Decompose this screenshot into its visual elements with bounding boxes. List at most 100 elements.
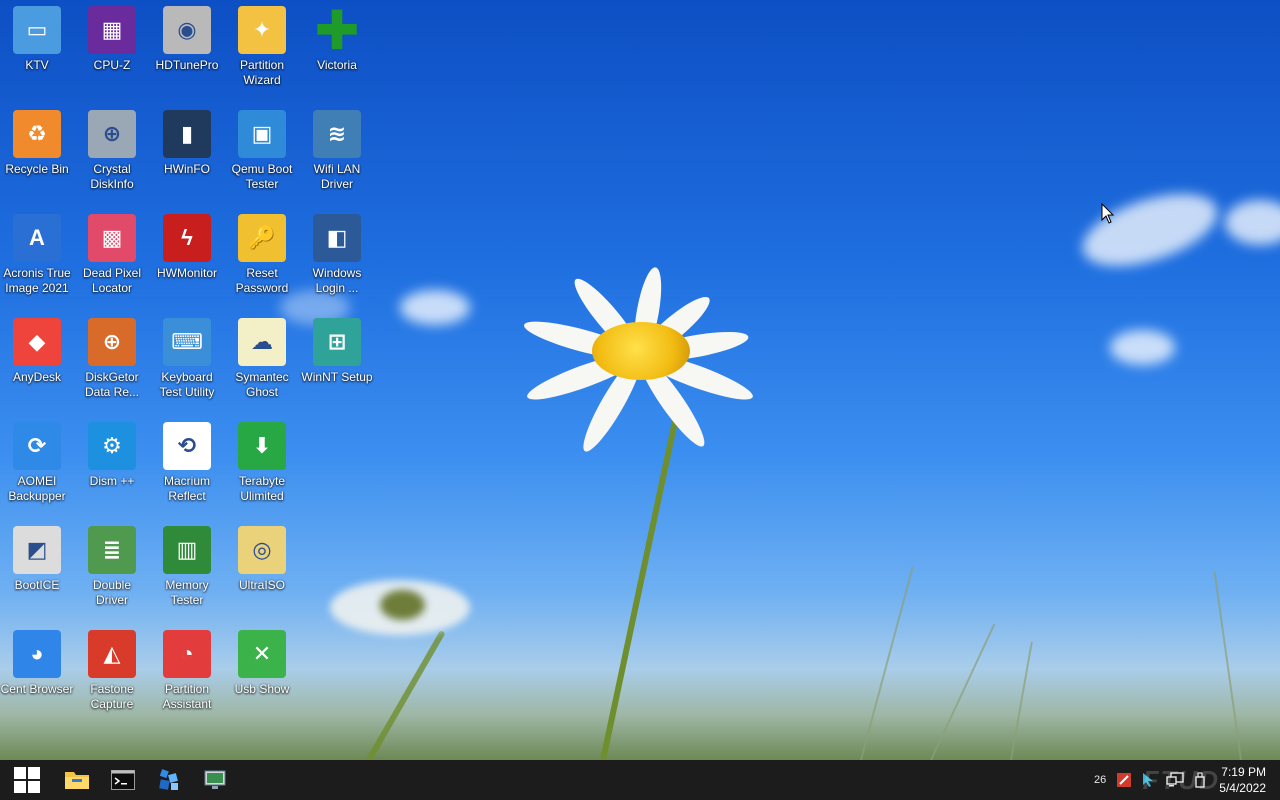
desktop-icon[interactable]: ▭ KTV (0, 6, 74, 73)
wallpaper-cloud (1110, 330, 1175, 365)
desktop-icon-label: Usb Show (234, 682, 290, 696)
fastone-capture-icon: ◭ (88, 630, 136, 678)
monitor-icon: ▭ (13, 6, 61, 54)
desktop-icon-label: Windows Login ... (312, 266, 362, 295)
desktop-icon[interactable]: ≋ Wifi LAN Driver (300, 110, 374, 192)
taskbar-blocks-app[interactable] (146, 760, 192, 800)
cpu-chip-icon: ▦ (88, 6, 136, 54)
start-button[interactable] (0, 760, 54, 800)
desktop-icon-label: Victoria (317, 58, 357, 72)
file-explorer-icon (65, 772, 89, 789)
macrium-arrows-icon: ⟲ (163, 422, 211, 470)
disk-magnifier-icon: ⊕ (88, 110, 136, 158)
desktop-icon-label: DiskGetor Data Re... (84, 370, 140, 399)
desktop-icon[interactable]: ✕ Usb Show (225, 630, 299, 697)
taskbar-command-prompt[interactable] (100, 760, 146, 800)
cd-disc-icon: ◎ (238, 526, 286, 574)
clock-date: 5/4/2022 (1219, 781, 1266, 795)
desktop-icon[interactable]: ▣ Qemu Boot Tester (225, 110, 299, 192)
desktop-icon[interactable]: ☁ Symantec Ghost (225, 318, 299, 400)
download-drive-icon: ⬇ (238, 422, 286, 470)
desktop-icon-label: KTV (25, 58, 49, 72)
taskbar-display-settings[interactable] (192, 760, 238, 800)
desktop-icon[interactable]: ≣ Double Driver (75, 526, 149, 608)
desktop-icon-label: Cent Browser (0, 682, 74, 696)
padlock-key-icon: 🔑 (238, 214, 286, 262)
desktop-icon[interactable]: ✦ Partition Wizard (225, 6, 299, 88)
desktop-icon[interactable]: ⟲ Macrium Reflect (150, 422, 224, 504)
tools-circle-icon: ✕ (238, 630, 286, 678)
desktop-icon-label: Fastone Capture (90, 682, 134, 711)
hwinfo-chart-icon: ▮ (163, 110, 211, 158)
desktop-icon[interactable]: ◎ UltraISO (225, 526, 299, 593)
desktop-icon-label: HDTunePro (155, 58, 219, 72)
desktop-icon[interactable]: ◕ Cent Browser (0, 630, 74, 697)
desktop-icon[interactable]: ◧ Windows Login ... (300, 214, 374, 296)
display-settings-icon (204, 770, 226, 789)
desktop-icon[interactable]: ✚ Victoria (300, 1, 374, 73)
desktop[interactable]: ▭ KTV ▦ CPU-Z ◉ HDTunePro ✦ Partition Wizard ✚ Vi… (0, 0, 1280, 760)
desktop-icon-label: Crystal DiskInfo (90, 162, 134, 191)
desktop-icon-label: Qemu Boot Tester (231, 162, 293, 191)
tray-temperature[interactable]: 26 (1089, 760, 1111, 800)
mouse-cursor-icon (1101, 203, 1115, 224)
desktop-icon-label: Partition Wizard (239, 58, 285, 87)
taskbar: 26 7:19 PM 5/4/2022 FTUD (0, 760, 1280, 800)
desktop-icon[interactable]: ⊕ DiskGetor Data Re... (75, 318, 149, 400)
stacked-windows-icon: ▣ (238, 110, 286, 158)
command-prompt-icon (111, 770, 135, 790)
desktop-icon-label: Dism ++ (89, 474, 135, 488)
wallpaper-cloud (1074, 179, 1226, 281)
red-app-tray-icon (1117, 773, 1132, 787)
color-monitor-icon: ▩ (88, 214, 136, 262)
gears-icon: ⚙ (88, 422, 136, 470)
desktop-icon[interactable]: ◉ HDTunePro (150, 6, 224, 73)
partition-disc-icon: ◔ (163, 630, 211, 678)
desktop-icon[interactable]: ⚙ Dism ++ (75, 422, 149, 489)
user-window-icon: ◧ (313, 214, 361, 262)
desktop-icon-label: Double Driver (92, 578, 132, 607)
desktop-icon-label: BootICE (14, 578, 60, 592)
desktop-icon[interactable]: ▥ Memory Tester (150, 526, 224, 608)
cent-browser-icon: ◕ (13, 630, 61, 678)
desktop-icon-label: Terabyte Ulimited (238, 474, 286, 503)
taskbar-file-explorer[interactable] (54, 760, 100, 800)
desktop-icon[interactable]: ϟ HWMonitor (150, 214, 224, 281)
desktop-icon-label: HWinFO (164, 162, 210, 176)
desktop-icon[interactable]: ⟳ AOMEI Backupper (0, 422, 74, 504)
desktop-icon-label: Wifi LAN Driver (313, 162, 361, 191)
keyboard-icon: ⌨ (163, 318, 211, 366)
desktop-icon[interactable]: ⌨ Keyboard Test Utility (150, 318, 224, 400)
desktop-icon-label: Macrium Reflect (163, 474, 210, 503)
desktop-icon-label: Acronis True Image 2021 (3, 266, 71, 295)
desktop-icon-label: UltraISO (238, 578, 285, 592)
desktop-icon[interactable]: A Acronis True Image 2021 (0, 214, 74, 296)
anydesk-diamond-icon: ◆ (13, 318, 61, 366)
desktop-icon[interactable]: ▦ CPU-Z (75, 6, 149, 73)
tray-red-app[interactable] (1111, 760, 1137, 800)
desktop-icon[interactable]: ⊕ Crystal DiskInfo (75, 110, 149, 192)
desktop-icon[interactable]: ▩ Dead Pixel Locator (75, 214, 149, 296)
desktop-icon[interactable]: ◆ AnyDesk (0, 318, 74, 385)
clock-time: 7:19 PM (1221, 765, 1266, 779)
desktop-icon[interactable]: ⬇ Terabyte Ulimited (225, 422, 299, 504)
blurred-daisy-flower (330, 560, 470, 660)
grass-blade (860, 566, 914, 760)
magic-wand-icon: ✦ (238, 6, 286, 54)
desktop-icon[interactable]: ⊞ WinNT Setup (300, 318, 374, 385)
wallpaper-cloud (1225, 200, 1280, 245)
desktop-icon-label: Reset Password (235, 266, 289, 295)
ghost-icon: ☁ (238, 318, 286, 366)
desktop-icon[interactable]: ▮ HWinFO (150, 110, 224, 177)
desktop-icon[interactable]: ◔ Partition Assistant (150, 630, 224, 712)
acronis-a-icon: A (13, 214, 61, 262)
grass-blade (930, 623, 996, 760)
grass-blade (1213, 571, 1242, 760)
desktop-icon[interactable]: ◭ Fastone Capture (75, 630, 149, 712)
desktop-icon[interactable]: ♻ Recycle Bin (0, 110, 74, 177)
desktop-icon-label: Partition Assistant (162, 682, 212, 711)
desktop-icon[interactable]: 🔑 Reset Password (225, 214, 299, 296)
desktop-icon[interactable]: ◩ BootICE (0, 526, 74, 593)
wifi-icon: ≋ (313, 110, 361, 158)
taskbar-clock[interactable]: 7:19 PM 5/4/2022 (1211, 764, 1280, 796)
